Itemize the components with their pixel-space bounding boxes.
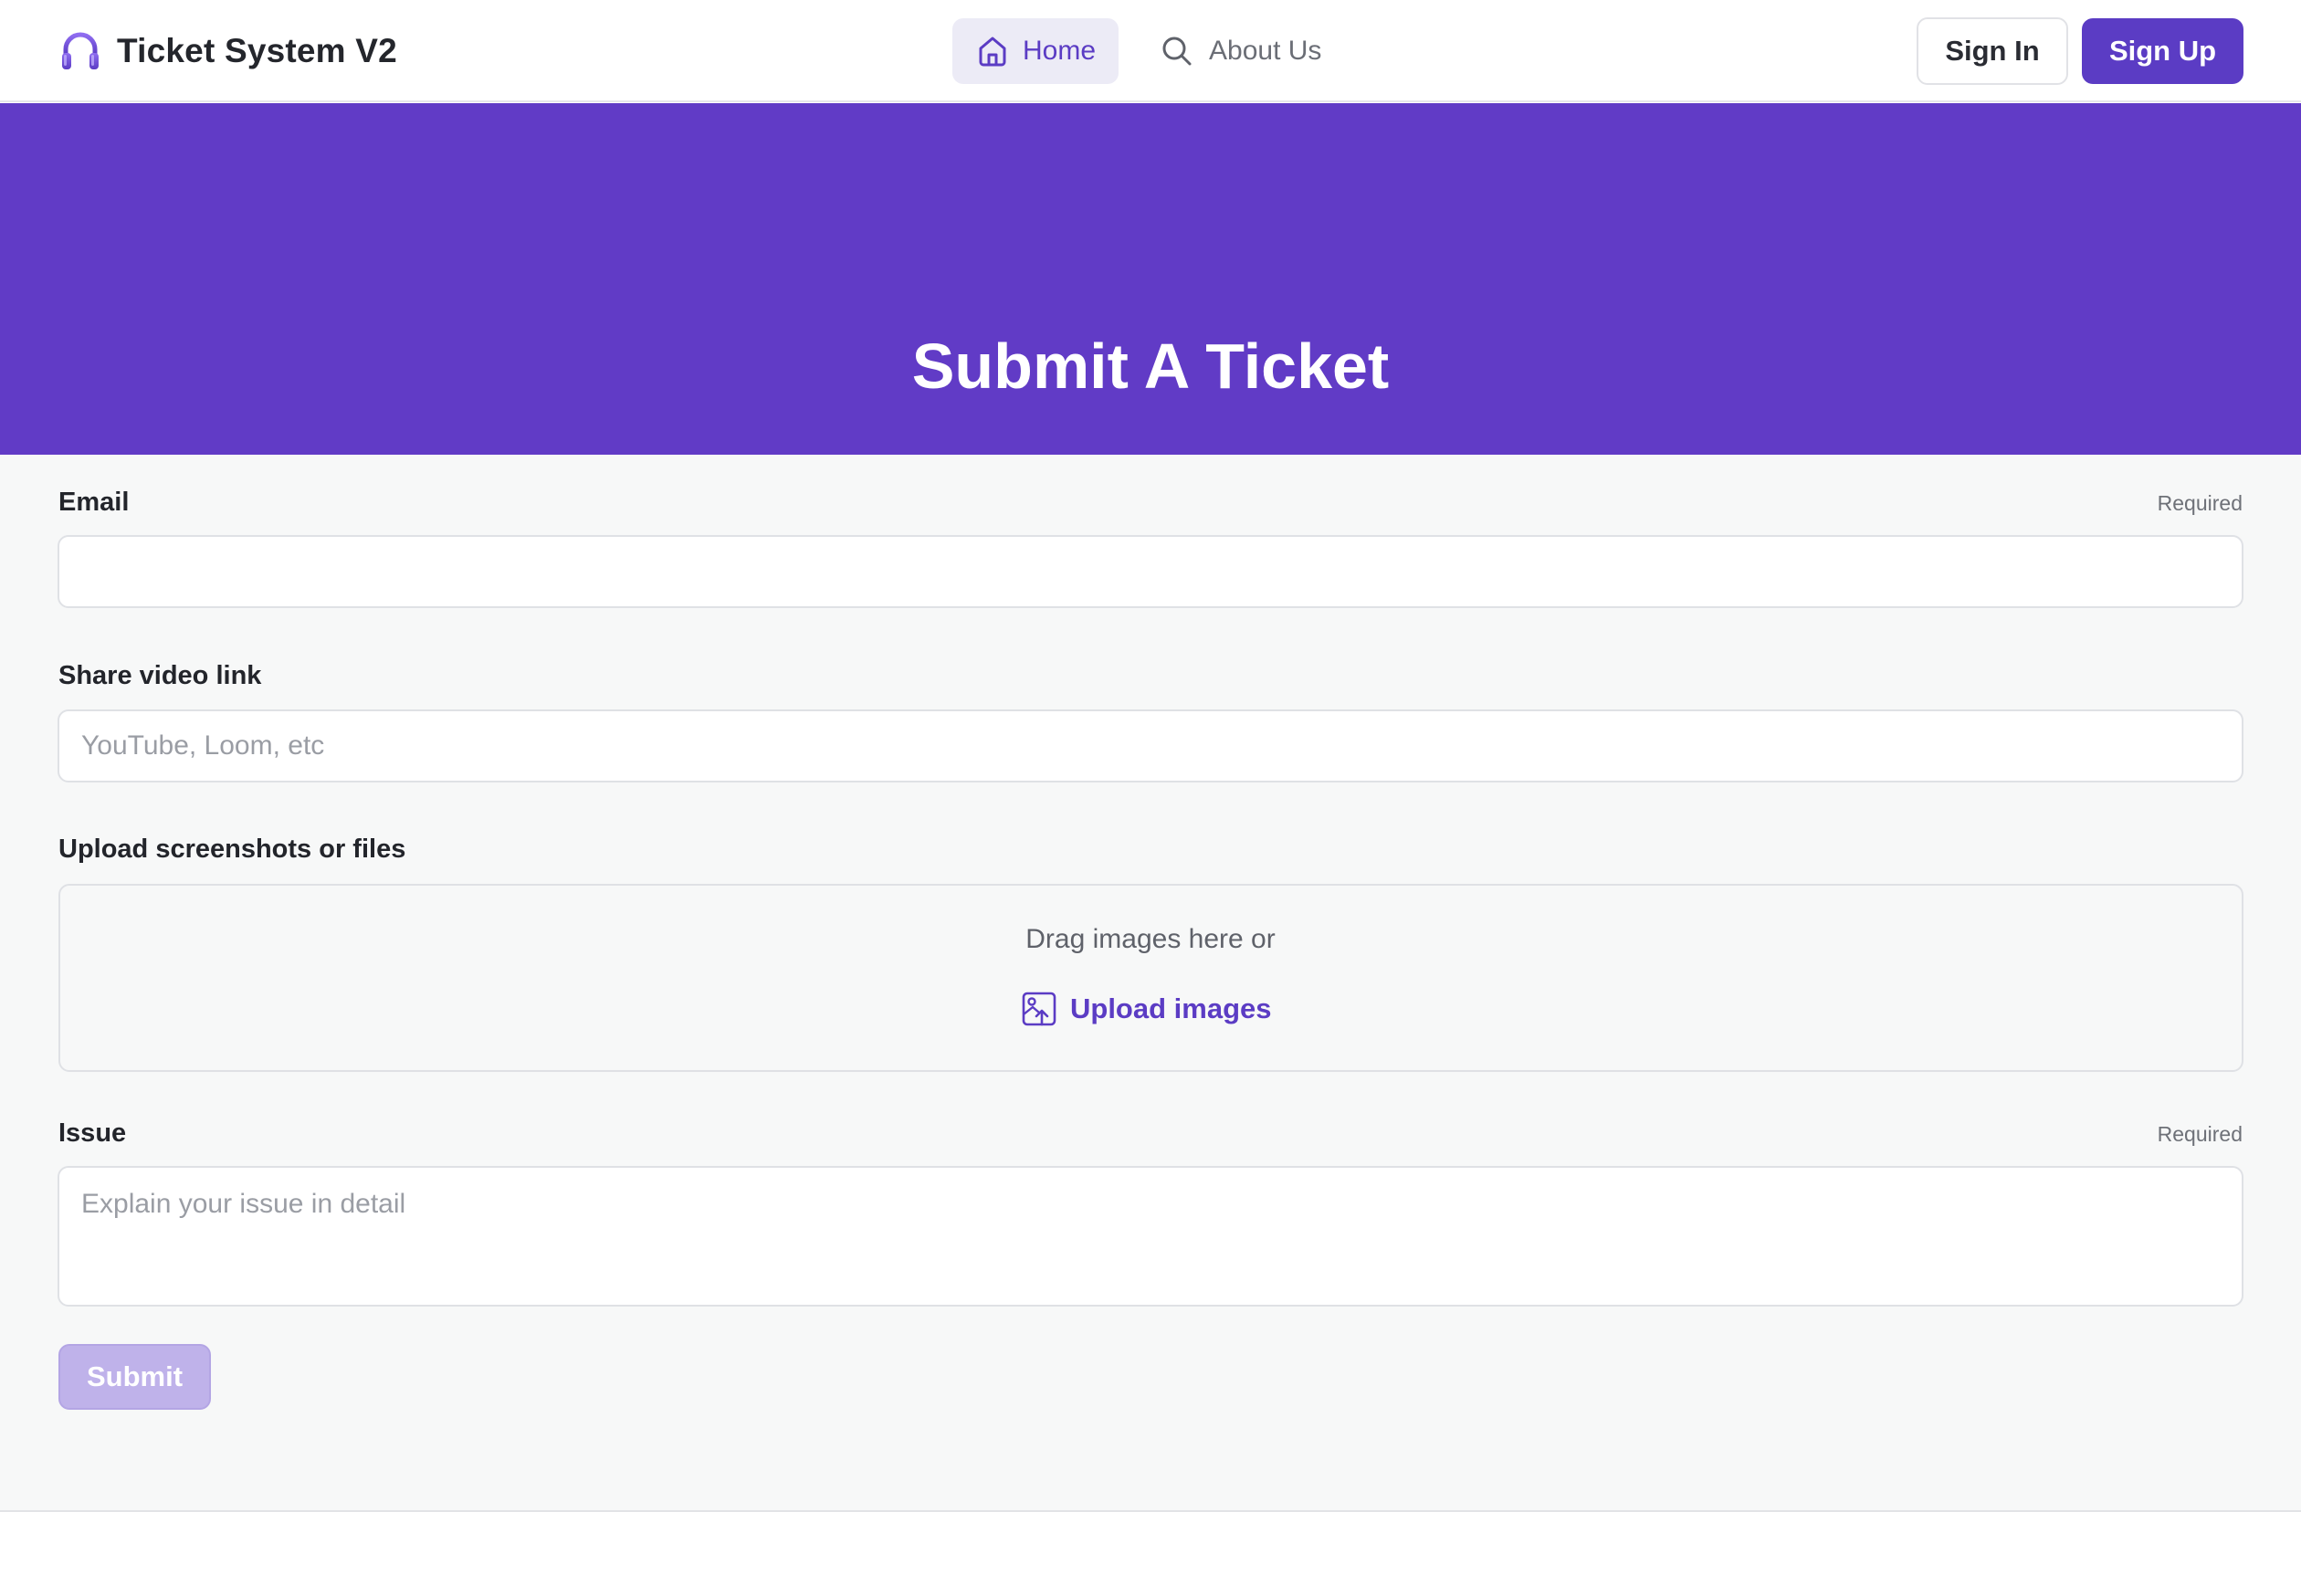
email-label: Email <box>58 488 130 517</box>
top-navbar: Ticket System V2 Home About Us Sign In S… <box>0 0 2301 102</box>
brand[interactable]: Ticket System V2 <box>58 29 397 73</box>
nav-home-label: Home <box>1022 36 1097 66</box>
file-dropzone[interactable] <box>58 884 2243 1072</box>
issue-textarea[interactable] <box>58 1166 2243 1307</box>
issue-label: Issue <box>58 1118 127 1148</box>
email-required-text: Required <box>2157 491 2243 515</box>
nav-home-tab[interactable]: Home <box>952 18 1119 84</box>
upload-label: Upload screenshots or files <box>58 835 406 864</box>
submit-button[interactable]: Submit <box>58 1344 211 1410</box>
ticket-page: Ticket System V2 Home About Us Sign In S… <box>0 0 2301 1596</box>
image-upload-icon <box>1022 992 1056 1026</box>
hero-banner: Submit A Ticket <box>0 103 2301 455</box>
nav-about-tab[interactable]: About Us <box>1160 18 1333 84</box>
drag-hint-text: Drag images here or <box>1025 924 1276 954</box>
sign-in-button[interactable]: Sign In <box>1917 17 2068 85</box>
email-field[interactable] <box>58 535 2243 608</box>
upload-images-link[interactable]: Upload images <box>1021 988 1272 1030</box>
ticket-form: Email Required Share video link Upload s… <box>0 455 2301 1512</box>
nav-about-label: About Us <box>1209 36 1322 66</box>
app-title: Ticket System V2 <box>117 32 397 69</box>
page-title: Submit A Ticket <box>911 331 1390 402</box>
headphones-icon <box>62 32 99 69</box>
sign-up-button[interactable]: Sign Up <box>2082 18 2243 84</box>
issue-required-text: Required <box>2157 1122 2243 1146</box>
video-link-label: Share video link <box>58 661 262 690</box>
upload-images-label: Upload images <box>1070 992 1272 1024</box>
home-icon <box>979 37 1006 67</box>
search-icon <box>1162 37 1192 66</box>
video-link-input[interactable] <box>58 709 2243 782</box>
